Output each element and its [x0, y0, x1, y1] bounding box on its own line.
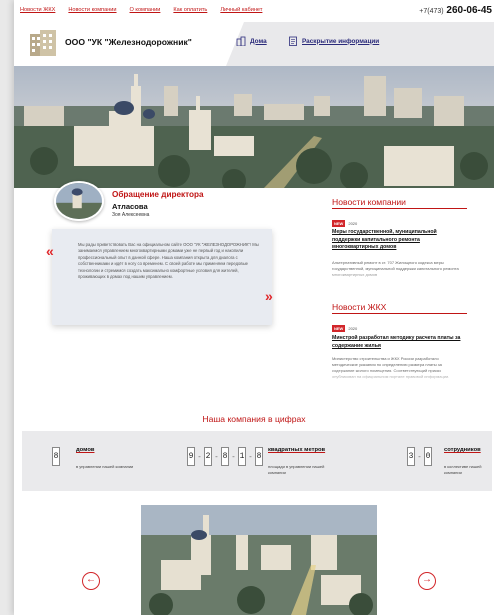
topnav-link-zhkh-news[interactable]: Новости ЖКХ: [20, 7, 55, 13]
arrow-right-icon: →: [422, 574, 432, 585]
gallery-prev-button[interactable]: ←: [82, 572, 100, 590]
new-badge: NEW: [332, 220, 346, 227]
company-name: ООО "УК "Железнодорожник": [65, 37, 192, 47]
company-news-divider: [332, 208, 467, 209]
counter-digit: 3: [407, 447, 415, 466]
topnav-link-about[interactable]: О компании: [130, 7, 161, 13]
counter-digit: 0: [424, 447, 432, 466]
arrow-left-icon: ←: [86, 574, 96, 585]
phone-digits: 260-06-45: [446, 5, 492, 16]
page: Новости ЖКХ Новости компании О компании …: [14, 0, 494, 615]
gallery-next-button[interactable]: →: [418, 572, 436, 590]
houses-counter: 8: [52, 447, 60, 466]
hero-city-image: [14, 66, 494, 188]
top-nav: Новости ЖКХ Новости компании О компании …: [20, 7, 262, 13]
news-date: 2020: [348, 326, 358, 331]
topnav-link-how-to-pay[interactable]: Как оплатить: [173, 7, 207, 13]
building-logo-icon: [30, 30, 56, 56]
quote-open-icon: «: [46, 243, 54, 259]
company-news-tag: NEW 2020: [332, 220, 357, 227]
topnav-link-account[interactable]: Личный кабинет: [220, 7, 262, 13]
company-news-title-link[interactable]: Меры государственной, муниципальной подд…: [332, 229, 462, 252]
document-icon: [289, 36, 297, 46]
top-bar: Новости ЖКХ Новости компании О компании …: [14, 0, 494, 22]
new-badge: NEW: [332, 325, 346, 332]
phone-code: +7(473): [419, 8, 444, 15]
director-message-text: Мы рады приветствовать Вас на официально…: [78, 242, 259, 280]
nav-link-houses[interactable]: Дома: [236, 36, 267, 46]
company-news-fade: [332, 270, 472, 284]
staff-counter: 3 - 0: [407, 447, 432, 466]
phone-number[interactable]: +7(473) 260-06-45: [419, 5, 492, 16]
counter-digit: 8: [52, 447, 60, 466]
counter-digit: 8: [255, 447, 263, 466]
zhkh-news-divider: [332, 313, 467, 314]
nav-label-disclosure: Раскрытие информации: [302, 37, 380, 45]
numbers-section-title: Наша компания в цифрах: [202, 414, 306, 424]
zhkh-news-tag: NEW 2020: [332, 325, 357, 332]
logo-block[interactable]: ООО "УК "Железнодорожник": [14, 22, 244, 66]
counter-digit: 8: [221, 447, 229, 466]
staff-label: сотрудников: [444, 447, 481, 453]
director-surname: Атласова: [112, 202, 148, 211]
gallery-image: [141, 505, 377, 615]
area-label: квадратных метров: [268, 447, 326, 453]
zhkh-news-heading[interactable]: Новости ЖКХ: [332, 302, 386, 312]
staff-sub: в коллективе нашей компании: [444, 464, 482, 475]
director-photo: [54, 181, 104, 221]
company-news-heading[interactable]: Новости компании: [332, 197, 406, 207]
stats-panel: 8 домов в управлении нашей компании 9 - …: [22, 431, 492, 491]
buildings-icon: [236, 36, 246, 46]
houses-sub: в управлении нашей компании: [76, 464, 134, 469]
news-date: 2020: [348, 221, 358, 226]
director-heading: Обращение директора: [112, 190, 204, 199]
area-sub: площади в управлении нашей компании: [268, 464, 325, 475]
counter-digit: 1: [238, 447, 246, 466]
area-counter: 9 - 2 - 8 - 1 - 8: [187, 447, 263, 466]
zhkh-news-fade: [332, 370, 472, 384]
site-header: ООО "УК "Железнодорожник" Дома Раскрытие…: [14, 22, 494, 66]
houses-label: домов: [76, 447, 95, 453]
topnav-link-company-news[interactable]: Новости компании: [68, 7, 116, 13]
counter-digit: 9: [187, 447, 195, 466]
director-first-name: Зоя Алексеевна: [112, 212, 150, 218]
quote-close-icon: »: [265, 288, 273, 304]
nav-label-houses: Дома: [250, 37, 267, 45]
counter-digit: 2: [204, 447, 212, 466]
director-message-card: Мы рады приветствовать Вас на официально…: [52, 229, 272, 325]
nav-link-disclosure[interactable]: Раскрытие информации: [288, 36, 379, 46]
zhkh-news-title-link[interactable]: Минстрой разработал методику расчета пла…: [332, 335, 462, 350]
